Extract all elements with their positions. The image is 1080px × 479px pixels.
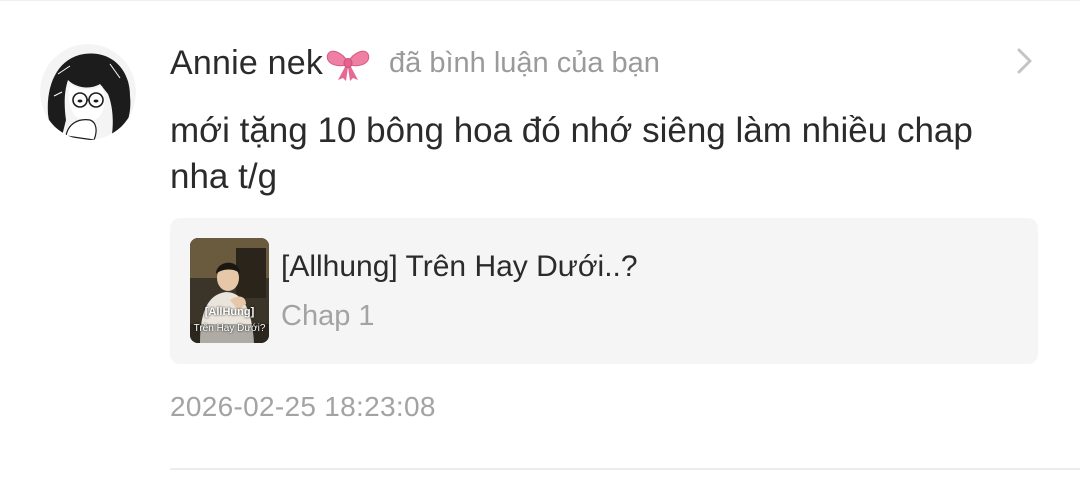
bottom-divider bbox=[170, 468, 1080, 470]
cover-title: [AllHung] bbox=[204, 306, 255, 318]
manga-title: [Allhung] Trên Hay Dưới..? bbox=[281, 250, 638, 283]
user-avatar[interactable] bbox=[40, 44, 136, 140]
manga-cover: [AllHung] Trên Hay Dưới? bbox=[190, 238, 269, 343]
manga-card[interactable]: [AllHung] Trên Hay Dưới? [Allhung] Trên … bbox=[170, 218, 1038, 364]
avatar-image bbox=[40, 44, 136, 140]
notification-header: Annie nek đã bình luận của bạn bbox=[170, 40, 660, 86]
comment-text: mới tặng 10 bông hoa đó nhớ siêng làm nh… bbox=[170, 111, 973, 196]
comment-notification[interactable]: Annie nek đã bình luận của bạn mới tặng … bbox=[0, 0, 1080, 479]
timestamp: 2026-02-25 18:23:08 bbox=[170, 391, 436, 422]
chapter-label: Chap 1 bbox=[281, 300, 375, 332]
bow-icon bbox=[325, 46, 371, 82]
cover-subtitle: Trên Hay Dưới? bbox=[193, 323, 266, 334]
username[interactable]: Annie nek bbox=[170, 44, 323, 83]
chevron-right-icon[interactable] bbox=[1010, 44, 1038, 78]
action-text: đã bình luận của bạn bbox=[389, 46, 660, 79]
